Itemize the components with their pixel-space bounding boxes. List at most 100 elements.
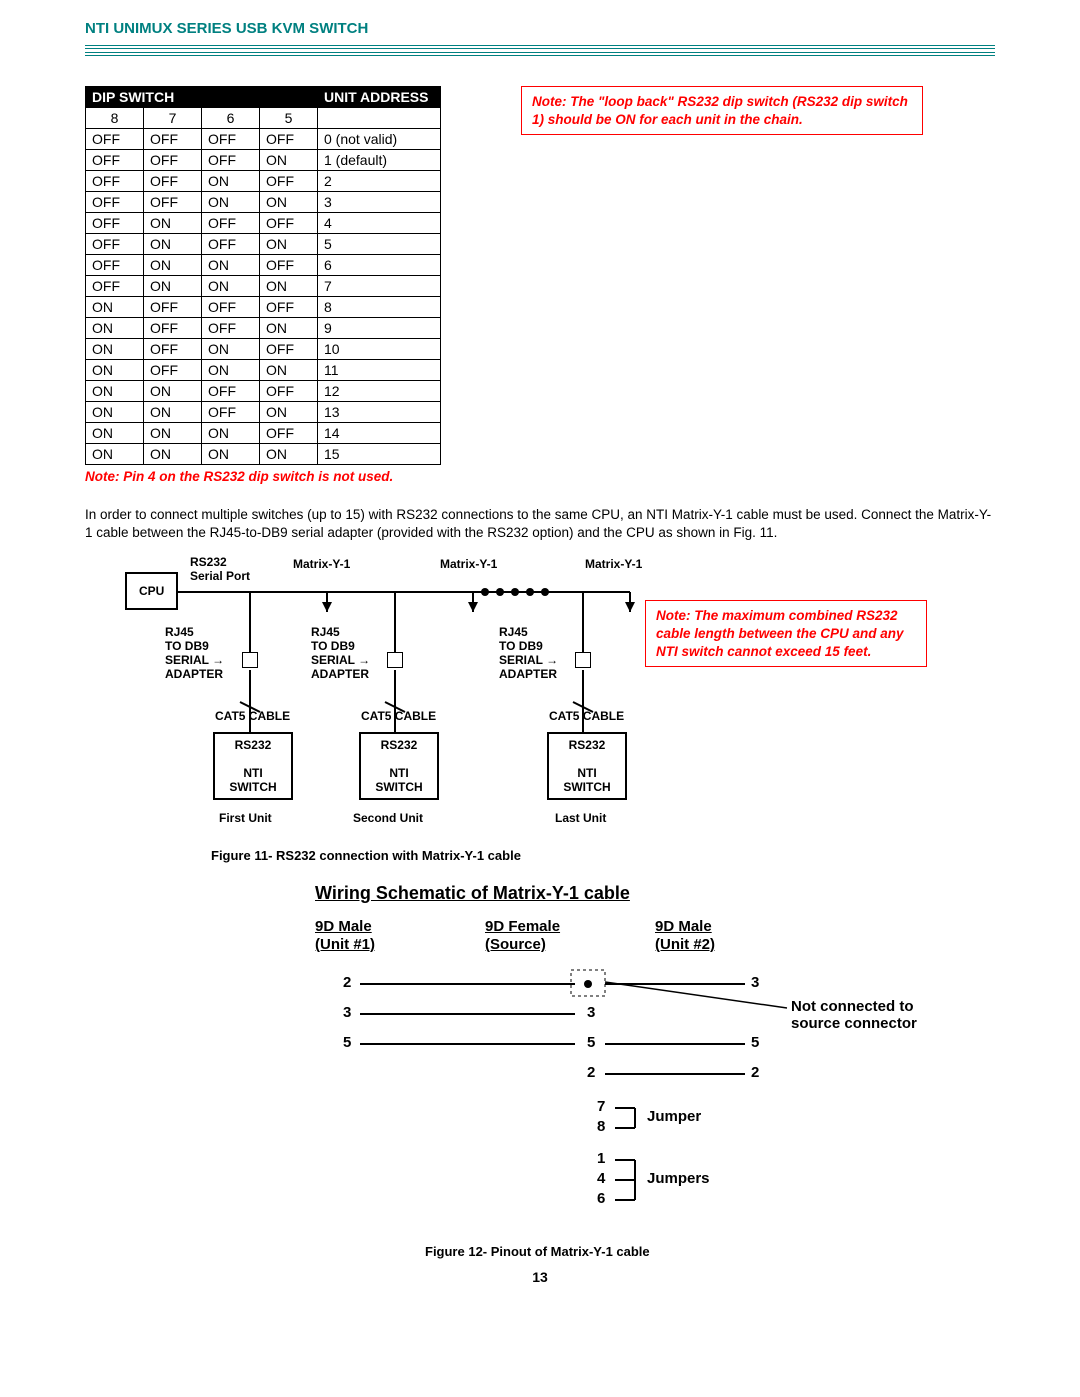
dip-cell: ON <box>260 444 318 465</box>
not-connected-label: Not connected tosource connector <box>791 998 917 1032</box>
table-row: OFFONOFFON5 <box>86 234 441 255</box>
dip-switch-header: DIP SWITCH <box>86 87 318 108</box>
unit-address-cell: 10 <box>318 339 441 360</box>
dip-cell: ON <box>260 318 318 339</box>
figure-11-diagram: CPU RS232Serial Port Matrix-Y-1 Matrix-Y… <box>85 552 985 842</box>
pin-m-7: 7 <box>597 1098 605 1115</box>
table-row: OFFONONON7 <box>86 276 441 297</box>
dip-cell: OFF <box>202 234 260 255</box>
matrix-y1-label-2: Matrix-Y-1 <box>440 558 497 572</box>
table-row: ONOFFONOFF10 <box>86 339 441 360</box>
unit-address-cell: 2 <box>318 171 441 192</box>
dip-cell: ON <box>202 444 260 465</box>
adapter-box-2 <box>387 652 403 668</box>
dip-cell: OFF <box>144 129 202 150</box>
dip-cell: ON <box>86 444 144 465</box>
dip-cell: ON <box>260 402 318 423</box>
dip-cell: ON <box>144 234 202 255</box>
dip-cell: OFF <box>260 339 318 360</box>
table-row: OFFONOFFOFF4 <box>86 213 441 234</box>
figure-12-diagram: 9D Male(Unit #1) 9D Female(Source) 9D Ma… <box>315 918 1015 1238</box>
dip-cell: ON <box>144 213 202 234</box>
dip-cell: ON <box>202 276 260 297</box>
header-rule <box>85 45 995 56</box>
unit-address-header: UNIT ADDRESS <box>318 87 441 108</box>
table-row: ONOFFOFFOFF8 <box>86 297 441 318</box>
dip-cell: OFF <box>202 129 260 150</box>
pin-m-6: 6 <box>597 1190 605 1207</box>
pin-m-4: 4 <box>597 1170 605 1187</box>
unit-address-cell: 0 (not valid) <box>318 129 441 150</box>
table-row: OFFOFFOFFOFF0 (not valid) <box>86 129 441 150</box>
dip-cell: ON <box>260 192 318 213</box>
body-paragraph: In order to connect multiple switches (u… <box>85 506 995 542</box>
dip-cell: ON <box>144 381 202 402</box>
dip-cell: ON <box>260 360 318 381</box>
unit-address-cell: 13 <box>318 402 441 423</box>
dip-cell: ON <box>260 234 318 255</box>
dip-cell: OFF <box>144 171 202 192</box>
dip-cell: ON <box>260 276 318 297</box>
dip-cell: OFF <box>86 171 144 192</box>
dip-cell: OFF <box>202 150 260 171</box>
dip-cell: OFF <box>260 129 318 150</box>
table-row: OFFOFFONOFF2 <box>86 171 441 192</box>
dip-cell: ON <box>202 423 260 444</box>
dip-cell: ON <box>144 255 202 276</box>
unit-address-cell: 12 <box>318 381 441 402</box>
dip-cell: ON <box>202 255 260 276</box>
dip-switch-table: DIP SWITCH UNIT ADDRESS 8 7 6 5 OFFOFFOF… <box>85 86 441 465</box>
dip-cell: OFF <box>202 297 260 318</box>
dip-cell: OFF <box>144 318 202 339</box>
nti-switch-1: RS232 NTISWITCH <box>213 732 293 800</box>
dip-cell: OFF <box>260 171 318 192</box>
dip-cell: OFF <box>144 360 202 381</box>
adapter-label-2: RJ45TO DB9SERIAL →ADAPTER <box>311 626 370 681</box>
figure-11-caption: Figure 11- RS232 connection with Matrix-… <box>211 848 995 863</box>
dip-cell: OFF <box>144 297 202 318</box>
head-9d-female: 9D Female(Source) <box>485 918 560 953</box>
dip-cell: ON <box>86 402 144 423</box>
jumper-label: Jumper <box>647 1108 701 1125</box>
dip-cell: OFF <box>202 381 260 402</box>
col-5: 5 <box>260 108 318 129</box>
jumpers-label: Jumpers <box>647 1170 710 1187</box>
dip-cell: ON <box>144 423 202 444</box>
dip-cell: OFF <box>86 129 144 150</box>
table-row: OFFOFFONON3 <box>86 192 441 213</box>
unit-address-cell: 9 <box>318 318 441 339</box>
loopback-note: Note: The "loop back" RS232 dip switch (… <box>521 86 923 135</box>
adapter-label-1: RJ45TO DB9SERIAL →ADAPTER <box>165 626 224 681</box>
pin-l-2: 2 <box>343 974 351 991</box>
cpu-box: CPU <box>125 572 178 610</box>
col-6: 6 <box>202 108 260 129</box>
pin-m-8: 8 <box>597 1118 605 1135</box>
dip-cell: OFF <box>260 381 318 402</box>
unit-address-cell: 14 <box>318 423 441 444</box>
rs232-serial-port-label: RS232Serial Port <box>190 556 250 584</box>
head-9d-male-1: 9D Male(Unit #1) <box>315 918 375 953</box>
unit-address-cell: 8 <box>318 297 441 318</box>
dip-cell: ON <box>202 360 260 381</box>
table-row: ONONONOFF14 <box>86 423 441 444</box>
dip-cell: OFF <box>86 255 144 276</box>
page-number: 13 <box>85 1269 995 1285</box>
schematic-title: Wiring Schematic of Matrix-Y-1 cable <box>315 883 995 904</box>
dip-cell: OFF <box>86 192 144 213</box>
adapter-label-3: RJ45TO DB9SERIAL →ADAPTER <box>499 626 558 681</box>
adapter-box-1 <box>242 652 258 668</box>
pin-r-2: 2 <box>751 1064 759 1081</box>
table-row: ONONOFFOFF12 <box>86 381 441 402</box>
dip-cell: ON <box>144 402 202 423</box>
matrix-y1-label-1: Matrix-Y-1 <box>293 558 350 572</box>
cat5-label-3: CAT5 CABLE <box>549 710 624 724</box>
dip-cell: ON <box>86 318 144 339</box>
dip-cell: OFF <box>260 297 318 318</box>
dip-cell: OFF <box>202 213 260 234</box>
table-row: ONOFFONON11 <box>86 360 441 381</box>
unit-address-cell: 11 <box>318 360 441 381</box>
cat5-label-1: CAT5 CABLE <box>215 710 290 724</box>
col-7: 7 <box>144 108 202 129</box>
pin-l-5: 5 <box>343 1034 351 1051</box>
dip-cell: OFF <box>86 234 144 255</box>
